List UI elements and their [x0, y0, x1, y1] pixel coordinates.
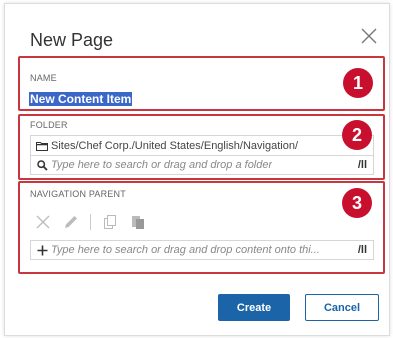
name-input[interactable]: New Content Item: [29, 92, 133, 106]
toolbar-divider: [90, 214, 91, 230]
callout-badge-2: 2: [342, 120, 372, 150]
navigation-search-placeholder: Type here to search or drag and drop con…: [51, 244, 320, 256]
name-label: NAME: [30, 73, 57, 83]
close-icon[interactable]: [359, 26, 379, 46]
browse-icon[interactable]: /ll: [358, 244, 367, 256]
navigation-parent-label: NAVIGATION PARENT: [30, 189, 126, 199]
callout-badge-3: 3: [342, 188, 372, 218]
name-section: NAME New Content Item 1: [18, 56, 385, 111]
folder-section: FOLDER Sites/Chef Corp./United States/En…: [18, 114, 385, 180]
browse-icon[interactable]: /ll: [358, 159, 367, 171]
dialog-title: New Page: [30, 30, 114, 50]
callout-badge-1: 1: [343, 68, 373, 98]
folder-path-field[interactable]: Sites/Chef Corp./United States/English/N…: [30, 135, 374, 155]
remove-icon[interactable]: [32, 211, 54, 233]
navigation-toolbar: [32, 211, 149, 233]
create-button[interactable]: Create: [218, 294, 290, 321]
search-icon: [33, 159, 51, 171]
pencil-icon[interactable]: [60, 211, 82, 233]
paste-icon[interactable]: [127, 211, 149, 233]
navigation-search-input[interactable]: Type here to search or drag and drop con…: [30, 240, 374, 260]
folder-path-text: Sites/Chef Corp./United States/English/N…: [51, 139, 299, 152]
folder-search-placeholder: Type here to search or drag and drop a f…: [51, 159, 273, 171]
folder-label: FOLDER: [30, 120, 68, 130]
copy-icon[interactable]: [99, 211, 121, 233]
cancel-button[interactable]: Cancel: [305, 294, 379, 321]
navigation-parent-section: NAVIGATION PARENT Type here to search or…: [18, 181, 385, 274]
folder-icon: [33, 141, 51, 151]
folder-search-input[interactable]: Type here to search or drag and drop a f…: [30, 155, 374, 175]
add-icon[interactable]: [33, 245, 51, 256]
